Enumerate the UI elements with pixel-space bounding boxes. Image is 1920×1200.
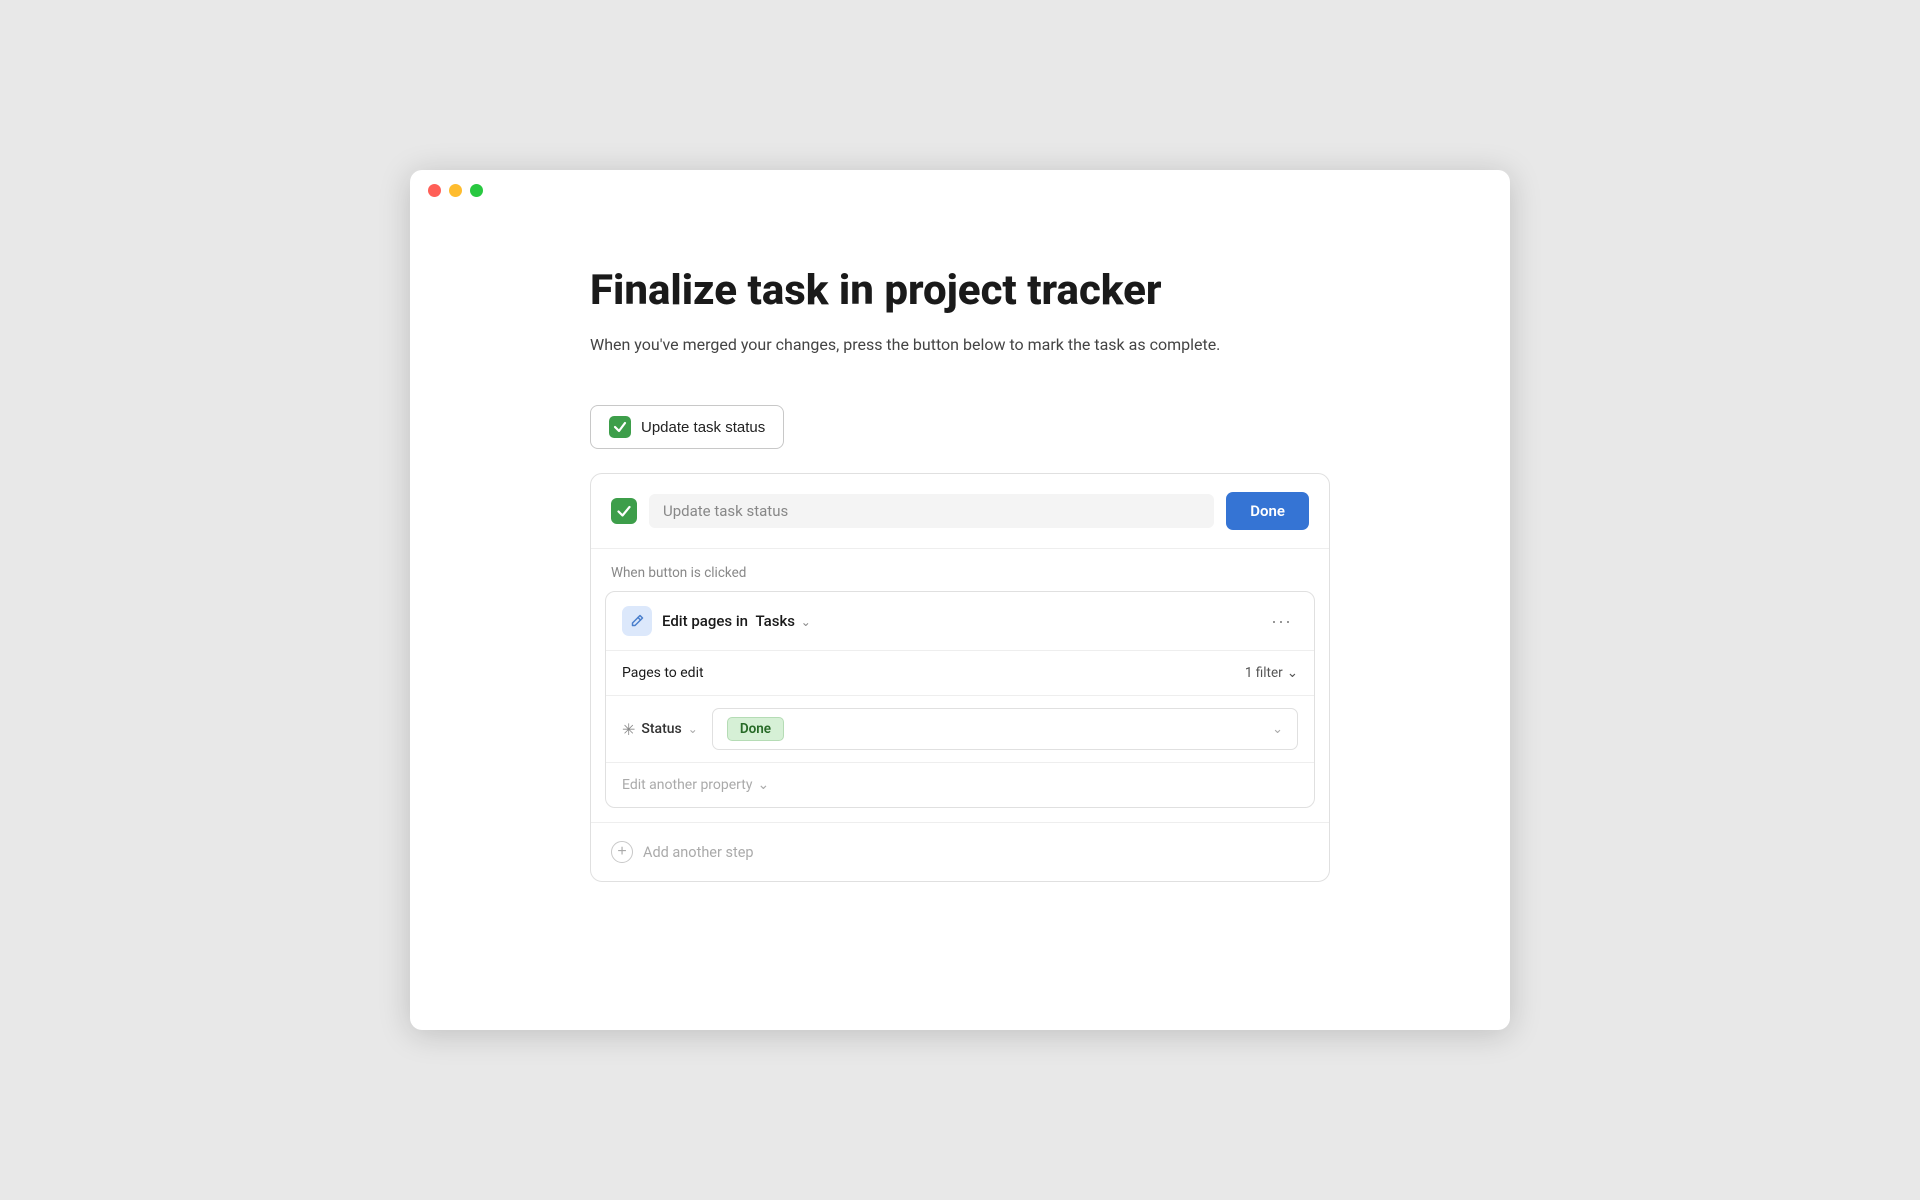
maximize-button[interactable] — [470, 184, 483, 197]
app-window: Finalize task in project tracker When yo… — [410, 170, 1510, 1030]
action-more-button[interactable]: ··· — [1265, 609, 1298, 634]
minimize-button[interactable] — [449, 184, 462, 197]
db-chevron-icon: ⌄ — [801, 615, 811, 629]
task-title-input[interactable] — [649, 494, 1214, 528]
page-subtitle: When you've merged your changes, press t… — [590, 333, 1330, 357]
edit-another-property-button[interactable]: Edit another property ⌄ — [622, 777, 769, 793]
card-header: Done — [591, 474, 1329, 549]
when-label: When button is clicked — [591, 549, 1329, 591]
add-another-step-row: + Add another step — [591, 822, 1329, 881]
edit-another-property-row: Edit another property ⌄ — [606, 763, 1314, 807]
edit-pages-icon-box — [622, 606, 652, 636]
edit-another-chevron-icon: ⌄ — [757, 777, 769, 793]
action-header: Edit pages in Tasks ⌄ ··· — [606, 592, 1314, 651]
status-label-button[interactable]: ✳ Status ⌄ — [622, 720, 698, 739]
add-step-plus-button[interactable]: + — [611, 841, 633, 863]
update-status-btn-label: Update task status — [641, 419, 765, 436]
filter-button[interactable]: 1 filter ⌄ — [1245, 665, 1298, 681]
pages-to-edit-label: Pages to edit — [622, 665, 704, 681]
filter-chevron-icon: ⌄ — [1287, 665, 1298, 681]
action-block: Edit pages in Tasks ⌄ ··· Pages to edit … — [605, 591, 1315, 808]
add-step-label: Add another step — [643, 844, 754, 861]
edit-another-property-label: Edit another property — [622, 777, 752, 793]
status-chevron-icon: ⌄ — [688, 722, 698, 736]
checkbox-checked-icon — [609, 416, 631, 438]
action-title: Edit pages in Tasks ⌄ — [662, 612, 811, 630]
status-sun-icon: ✳ — [622, 720, 635, 739]
status-row: ✳ Status ⌄ Done ⌄ — [606, 696, 1314, 763]
status-value-dropdown[interactable]: Done ⌄ — [712, 708, 1298, 750]
main-content: Finalize task in project tracker When yo… — [410, 207, 1510, 942]
page-title: Finalize task in project tracker — [590, 267, 1330, 315]
update-status-toggle-button[interactable]: Update task status — [590, 405, 784, 449]
done-button[interactable]: Done — [1226, 492, 1309, 530]
status-label: Status — [641, 721, 681, 737]
action-title-prefix: Edit pages in — [662, 612, 748, 630]
dropdown-chevron-icon: ⌄ — [1272, 722, 1283, 737]
titlebar — [410, 170, 1510, 207]
status-done-tag: Done — [727, 717, 784, 741]
filter-count-label: 1 filter — [1245, 665, 1283, 681]
card-checkbox-icon[interactable] — [611, 498, 637, 524]
action-header-left: Edit pages in Tasks ⌄ — [622, 606, 811, 636]
pages-to-edit-row: Pages to edit 1 filter ⌄ — [606, 651, 1314, 696]
main-card: Done When button is clicked — [590, 473, 1330, 882]
action-title-db: Tasks ⌄ — [752, 612, 811, 630]
close-button[interactable] — [428, 184, 441, 197]
action-db-name: Tasks — [755, 612, 795, 630]
